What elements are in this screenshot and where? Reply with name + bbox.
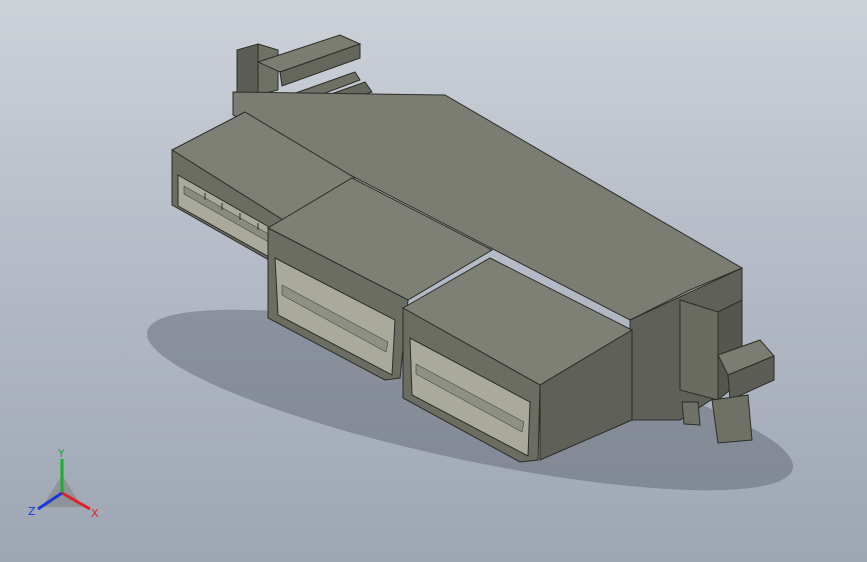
right-mounting-tab bbox=[679, 299, 775, 444]
triad-x-label: X bbox=[91, 507, 99, 520]
graphics-viewport[interactable]: Y X Z bbox=[0, 0, 867, 562]
connector-model[interactable] bbox=[0, 0, 867, 562]
orientation-triad[interactable]: Y X Z bbox=[20, 445, 110, 525]
triad-z-label: Z bbox=[28, 505, 36, 518]
triad-y-label: Y bbox=[57, 447, 65, 460]
